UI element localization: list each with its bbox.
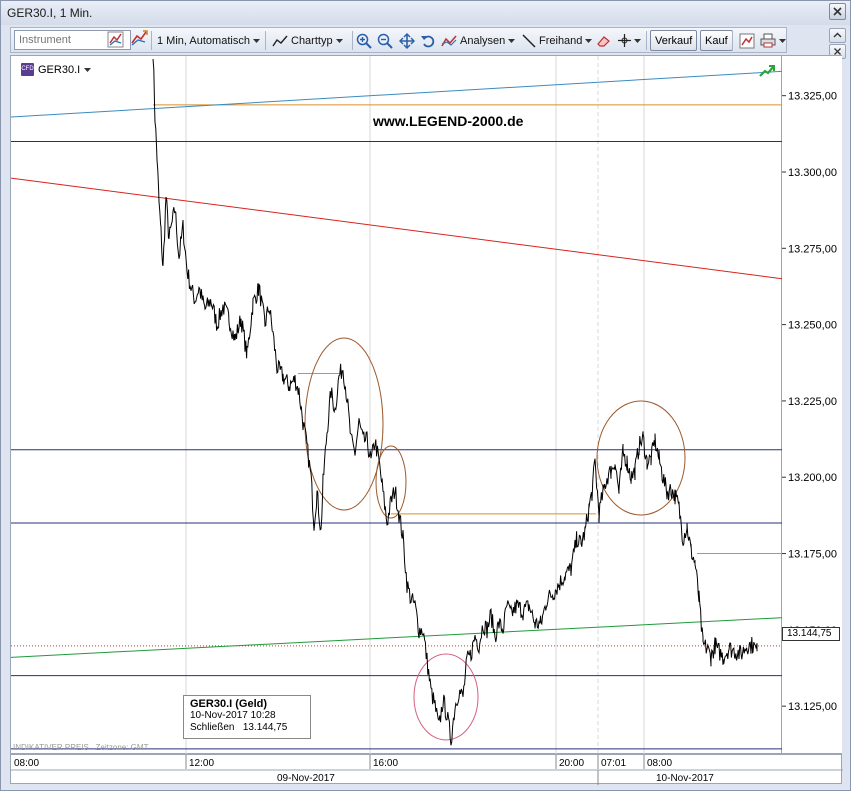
chevron-down-icon: [84, 67, 92, 72]
chevron-up-icon: [833, 32, 842, 38]
infobox-close-label: Schließen: [190, 722, 235, 733]
instrument-name: GER30.I: [38, 63, 81, 76]
window-title: GER30.I, 1 Min.: [7, 6, 93, 20]
interval-label: 1 Min, Automatisch: [157, 34, 250, 47]
print-dropdown[interactable]: [760, 31, 786, 50]
kauf-button[interactable]: Kauf: [700, 30, 733, 51]
chevron-down-icon: [779, 38, 786, 43]
toolbar-separator: [646, 31, 647, 50]
title-bar: GER30.I, 1 Min.: [1, 1, 850, 25]
y-tick-label: 13.275,00: [788, 243, 837, 255]
x-tick-label: 20:00: [559, 758, 584, 769]
pattern-ellipse: [375, 445, 407, 519]
indicator-note: INDIKATIVER PREIS: [13, 743, 89, 752]
x-tick-label: 12:00: [189, 758, 214, 769]
compare-icon[interactable]: [129, 28, 149, 47]
instrument-lookup-icon[interactable]: [107, 30, 124, 49]
chart-settings-button[interactable]: [739, 31, 755, 50]
eraser-button[interactable]: [596, 31, 611, 50]
pattern-ellipse: [304, 337, 384, 511]
chevron-down-icon: [252, 38, 260, 43]
close-button[interactable]: [829, 3, 846, 20]
crosshair-icon: [618, 34, 631, 47]
date-label: 09-Nov-2017: [277, 773, 335, 784]
chevron-down-icon: [634, 38, 641, 43]
infobox-close-value: 13.144,75: [242, 722, 288, 733]
interval-dropdown[interactable]: 1 Min, Automatisch: [157, 31, 260, 50]
line-chart-icon: [272, 35, 288, 46]
verkauf-button[interactable]: Verkauf: [650, 30, 698, 51]
trend-up-icon: [759, 65, 775, 77]
y-tick-label: 13.300,00: [788, 167, 837, 179]
x-tick-label: 08:00: [14, 758, 39, 769]
infobox-title: GER30.I (Geld): [190, 698, 268, 710]
infobox-datetime: 10-Nov-2017 10:28: [190, 710, 276, 721]
chart-window: GER30.I, 1 Min. 1 Min, Automatisch Chart…: [0, 0, 851, 791]
x-tick-label: 07:01: [601, 758, 626, 769]
charttype-label: Charttyp: [291, 34, 333, 47]
trendline-icon: [522, 33, 536, 48]
price-info-box: GER30.I (Geld) 10-Nov-2017 10:28 Schließ…: [183, 695, 311, 739]
chevron-down-icon: [508, 38, 516, 43]
cfd-icon: CFD: [21, 63, 34, 76]
y-tick-label: 13.225,00: [788, 396, 837, 408]
crosshair-dropdown[interactable]: [618, 31, 641, 50]
freihand-label: Freihand: [539, 34, 583, 47]
blue-trend-line: [11, 70, 783, 118]
move-arrows-icon: [399, 32, 415, 49]
chart-settings-icon: [739, 33, 755, 48]
toolbar-separator: [265, 31, 266, 50]
y-tick-label: 13.175,00: [788, 549, 837, 561]
zoom-in-icon: [356, 33, 372, 49]
toolbar-separator: [151, 31, 152, 50]
price-axis-svg: 13.325,00 13.300,00 13.275,00 13.250,00 13.2…: [782, 91, 837, 713]
analysis-icon: [441, 35, 457, 46]
date-label: 10-Nov-2017: [656, 773, 714, 784]
toolbar-separator: [352, 31, 353, 50]
green-trend-line: [11, 617, 783, 658]
chart-plot-area[interactable]: www.LEGEND-2000.de CFD GER30.I GER30.I (…: [10, 55, 783, 755]
undo-icon: [421, 35, 435, 47]
analysen-label: Analysen: [460, 34, 506, 47]
time-axis[interactable]: 08:00 12:00 16:00 20:00 07:01 08:00 09-Nov-201…: [10, 754, 843, 785]
time-axis-svg: 08:00 12:00 16:00 20:00 07:01 08:00 09-Nov-201…: [11, 755, 843, 785]
close-icon: [833, 7, 842, 16]
y-tick-label: 13.250,00: [788, 320, 837, 332]
charttype-dropdown[interactable]: Charttyp: [272, 31, 343, 50]
zoom-out-button[interactable]: [377, 31, 393, 50]
x-tick-label: 16:00: [373, 758, 398, 769]
reset-button[interactable]: [420, 31, 436, 50]
y-tick-label: 13.125,00: [788, 701, 837, 713]
timezone-note: Zeitzone: GMT: [95, 743, 149, 752]
eraser-icon: [597, 35, 610, 47]
current-price-tag: 13.144,75: [782, 627, 840, 641]
print-icon: [760, 33, 776, 48]
chevron-down-icon: [585, 38, 593, 43]
price-series-line: [152, 59, 758, 746]
y-tick-label: 13.200,00: [788, 472, 837, 484]
analysen-dropdown[interactable]: Analysen: [441, 31, 516, 50]
instrument-selector[interactable]: CFD GER30.I: [21, 63, 92, 76]
infobox-close-row: Schließen 13.144,75: [190, 722, 304, 734]
pattern-ellipse-low: [413, 653, 479, 741]
fit-chart-button[interactable]: [399, 31, 415, 50]
y-tick-label: 13.325,00: [788, 91, 837, 103]
watermark-text: www.LEGEND-2000.de: [372, 113, 524, 129]
freihand-dropdown[interactable]: Freihand: [522, 31, 593, 50]
zoom-out-icon: [377, 33, 393, 49]
zoom-in-button[interactable]: [356, 31, 372, 50]
toolbar-separator: [732, 31, 733, 50]
red-trend-line: [11, 177, 783, 280]
price-axis[interactable]: 13.325,00 13.300,00 13.275,00 13.250,00 13.2…: [782, 55, 842, 754]
chevron-down-icon: [335, 38, 343, 43]
chart-toolbar: 1 Min, Automatisch Charttyp Analysen: [10, 27, 787, 53]
chart-footer-note: INDIKATIVER PREIS Zeitzone: GMT: [13, 743, 148, 752]
panel-collapse-button[interactable]: [829, 28, 846, 43]
x-tick-label: 08:00: [647, 758, 672, 769]
price-chart[interactable]: www.LEGEND-2000.de: [11, 56, 783, 755]
